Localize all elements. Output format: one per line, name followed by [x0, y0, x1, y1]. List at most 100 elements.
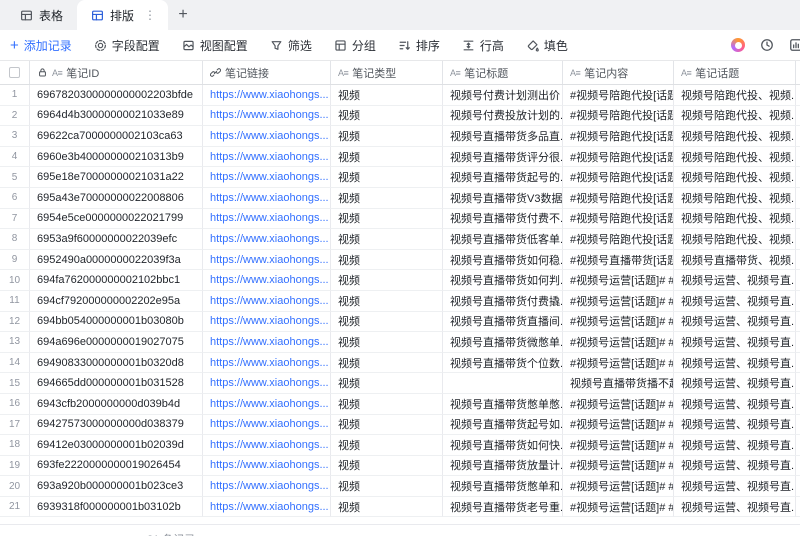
row-number[interactable]: 9 [0, 249, 30, 271]
cell-note-id[interactable]: 6964d4b30000000021033e89 [30, 105, 203, 127]
add-sheet-button[interactable]: + [168, 0, 198, 30]
cell-note-content[interactable]: #视频号运营[话题]# #... [563, 393, 674, 415]
group-button[interactable]: 分组 [334, 37, 376, 54]
cell-note-id[interactable]: 69412e03000000001b02039d [30, 435, 203, 456]
cell-note-link[interactable]: https://www.xiaohongs... [203, 496, 331, 518]
cell-note-id[interactable]: 6943cfb2000000000d039b4d [30, 393, 203, 415]
cell-note-title[interactable]: 视频号直播带货如何快... [443, 435, 563, 456]
cell-note-topic[interactable]: 视频号陪跑代投、视频... [674, 105, 796, 127]
tab-layout[interactable]: 排版 ⋮ [77, 0, 169, 30]
cell-note-link[interactable]: https://www.xiaohongs... [203, 435, 331, 456]
cell-note-topic[interactable]: 视频号直播带货、视频... [674, 249, 796, 271]
cell-note-title[interactable]: 视频号直播带货低客单... [443, 229, 563, 250]
cell-note-link[interactable]: https://www.xiaohongs... [203, 393, 331, 415]
row-number[interactable]: 7 [0, 208, 30, 230]
row-number[interactable]: 12 [0, 311, 30, 333]
cell-note-type[interactable]: 视频 [331, 373, 443, 394]
cell-note-title[interactable]: 视频号付费计划测出价 [443, 85, 563, 106]
cell-note-type[interactable]: 视频 [331, 270, 443, 291]
cell-note-type[interactable]: 视频 [331, 435, 443, 456]
cell-note-topic[interactable]: 视频号陪跑代投、视频... [674, 126, 796, 147]
cell-note-title[interactable]: 视频号直播带货放量计... [443, 455, 563, 477]
cell-note-title[interactable]: 视频号直播带货如何稳... [443, 249, 563, 271]
cell-note-content[interactable]: #视频号陪跑代投[话题]... [563, 126, 674, 147]
cell-note-link[interactable]: https://www.xiaohongs... [203, 290, 331, 312]
row-number[interactable]: 10 [0, 270, 30, 291]
column-header-note-title[interactable]: A≡ 笔记标题 [443, 61, 563, 84]
cell-note-link[interactable]: https://www.xiaohongs... [203, 311, 331, 333]
cell-note-link[interactable]: https://www.xiaohongs... [203, 187, 331, 209]
cell-note-topic[interactable]: 视频号运营、视频号直... [674, 270, 796, 291]
cell-note-id[interactable]: 69490833000000001b0320d8 [30, 352, 203, 374]
column-header-note-link[interactable]: 笔记链接 [203, 61, 331, 84]
cell-note-topic[interactable]: 视频号运营、视频号直... [674, 414, 796, 436]
cell-note-content[interactable]: #视频号陪跑代投[话题]... [563, 187, 674, 209]
filter-button[interactable]: 筛选 [270, 37, 312, 54]
cell-note-link[interactable]: https://www.xiaohongs... [203, 126, 331, 147]
cell-note-title[interactable]: 视频号直播带货付费不... [443, 208, 563, 230]
row-number[interactable]: 3 [0, 126, 30, 147]
cell-note-type[interactable]: 视频 [331, 187, 443, 209]
row-number[interactable]: 19 [0, 455, 30, 477]
cell-note-type[interactable]: 视频 [331, 332, 443, 353]
row-number[interactable]: 17 [0, 414, 30, 436]
fill-color-button[interactable]: 填色 [526, 37, 568, 54]
cell-note-id[interactable]: 6952490a0000000022039f3a [30, 249, 203, 271]
cell-note-content[interactable]: #视频号运营[话题]# #... [563, 290, 674, 312]
cell-note-topic[interactable]: 视频号运营、视频号直... [674, 373, 796, 394]
cell-note-title[interactable]: 视频号付费投放计划的... [443, 105, 563, 127]
tab-table[interactable]: 表格 [6, 0, 77, 30]
cell-note-title[interactable]: 视频号直播带货付费撬... [443, 290, 563, 312]
cell-note-link[interactable]: https://www.xiaohongs... [203, 229, 331, 250]
row-height-button[interactable]: 行高 [462, 37, 504, 54]
cell-note-topic[interactable]: 视频号运营、视频号直... [674, 393, 796, 415]
cell-note-content[interactable]: #视频号陪跑代投[话题]... [563, 105, 674, 127]
row-number[interactable]: 8 [0, 229, 30, 250]
column-header-note-content[interactable]: A≡ 笔记内容 [563, 61, 674, 84]
row-number[interactable]: 5 [0, 167, 30, 188]
cell-note-content[interactable]: #视频号运营[话题]# #... [563, 476, 674, 497]
cell-note-type[interactable]: 视频 [331, 414, 443, 436]
row-number[interactable]: 15 [0, 373, 30, 394]
cell-note-id[interactable]: 6967820300000000002203bfde [30, 85, 203, 106]
cell-note-id[interactable]: 69622ca7000000002103ca63 [30, 126, 203, 147]
cell-note-title[interactable]: 视频号直播带货直播间... [443, 311, 563, 333]
cell-note-topic[interactable]: 视频号运营、视频号直... [674, 476, 796, 497]
cell-note-link[interactable]: https://www.xiaohongs... [203, 270, 331, 291]
row-number[interactable]: 4 [0, 146, 30, 168]
cell-note-title[interactable] [443, 373, 563, 394]
cell-note-content[interactable]: #视频号运营[话题]# #... [563, 414, 674, 436]
cell-note-title[interactable]: 视频号直播带货起号如... [443, 414, 563, 436]
cell-note-topic[interactable]: 视频号运营、视频号直... [674, 352, 796, 374]
cell-note-content[interactable]: #视频号陪跑代投[话题]... [563, 208, 674, 230]
add-row-strip[interactable] [0, 517, 800, 526]
cell-note-type[interactable]: 视频 [331, 126, 443, 147]
row-number[interactable]: 18 [0, 435, 30, 456]
cell-note-title[interactable]: 视频号直播带货老号重... [443, 496, 563, 518]
row-number[interactable]: 20 [0, 476, 30, 497]
cell-note-topic[interactable]: 视频号陪跑代投、视频... [674, 187, 796, 209]
cell-note-title[interactable]: 视频号直播带货个位数... [443, 352, 563, 374]
cell-note-content[interactable]: #视频号运营[话题]# #... [563, 435, 674, 456]
cell-note-content[interactable]: #视频号运营[话题]# #... [563, 332, 674, 353]
cell-note-topic[interactable]: 视频号运营、视频号直... [674, 455, 796, 477]
cell-note-id[interactable]: 694a696e0000000019027075 [30, 332, 203, 353]
cell-note-title[interactable]: 视频号直播带货憋单憋... [443, 393, 563, 415]
cell-note-content[interactable]: #视频号陪跑代投[话题]... [563, 146, 674, 168]
row-number[interactable]: 1 [0, 85, 30, 106]
cell-note-link[interactable]: https://www.xiaohongs... [203, 352, 331, 374]
cell-note-link[interactable]: https://www.xiaohongs... [203, 373, 331, 394]
cell-note-id[interactable]: 693fe2220000000019026454 [30, 455, 203, 477]
cell-note-id[interactable]: 6953a9f60000000022039efc [30, 229, 203, 250]
cell-note-type[interactable]: 视频 [331, 290, 443, 312]
cell-note-type[interactable]: 视频 [331, 249, 443, 271]
cell-note-title[interactable]: 视频号直播带货评分很... [443, 146, 563, 168]
cell-note-topic[interactable]: 视频号陪跑代投、视频... [674, 146, 796, 168]
row-number[interactable]: 14 [0, 352, 30, 374]
cell-note-title[interactable]: 视频号直播带货起号的... [443, 167, 563, 188]
row-number[interactable]: 16 [0, 393, 30, 415]
cell-note-link[interactable]: https://www.xiaohongs... [203, 208, 331, 230]
view-config-button[interactable]: 视图配置 [182, 37, 248, 54]
row-number[interactable]: 21 [0, 496, 30, 518]
cell-note-id[interactable]: 6954e5ce0000000022021799 [30, 208, 203, 230]
